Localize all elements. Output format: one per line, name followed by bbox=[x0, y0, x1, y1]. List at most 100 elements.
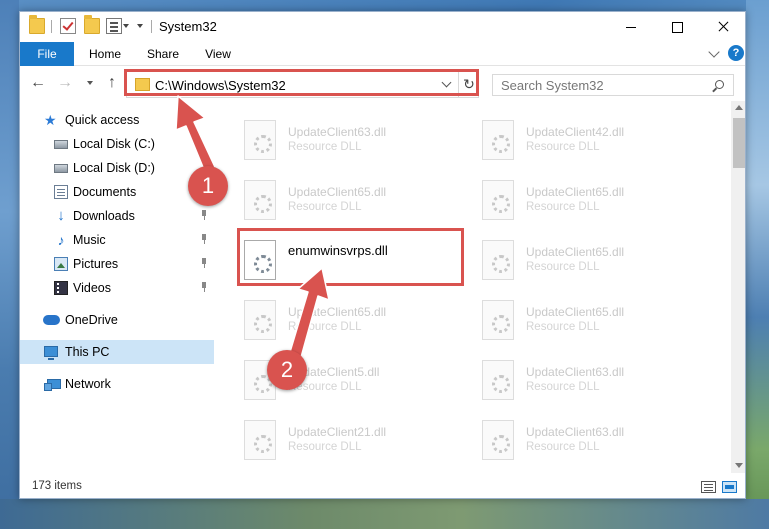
navigation-bar: ← → ↑ C:\Windows\System32 ↻ Search Syste… bbox=[20, 67, 745, 101]
large-icons-view-icon[interactable] bbox=[722, 481, 737, 493]
file-type: Resource DLL bbox=[288, 201, 362, 213]
file-type: Resource DLL bbox=[526, 381, 600, 393]
disk-icon bbox=[54, 140, 68, 149]
sidebar-item-onedrive[interactable]: OneDrive bbox=[20, 308, 214, 332]
desktop-background-right bbox=[746, 0, 769, 529]
forward-button[interactable]: → bbox=[56, 75, 74, 91]
star-icon: ★ bbox=[44, 112, 57, 128]
address-bar[interactable]: C:\Windows\System32 ↻ bbox=[126, 71, 479, 98]
sidebar-item-this-pc[interactable]: This PC bbox=[20, 340, 214, 364]
file-type: Resource DLL bbox=[526, 321, 600, 333]
file-name: UpdateClient63.dll bbox=[526, 365, 625, 379]
address-path[interactable]: C:\Windows\System32 bbox=[155, 78, 286, 93]
file-item[interactable]: UpdateClient65.dll Resource DLL bbox=[478, 177, 700, 231]
sidebar-item-network[interactable]: Network bbox=[20, 372, 214, 396]
documents-icon bbox=[54, 185, 68, 199]
sidebar-item-music[interactable]: ♪ Music bbox=[20, 228, 214, 252]
sidebar-item-videos[interactable]: Videos bbox=[20, 276, 214, 300]
minimize-button[interactable] bbox=[608, 12, 654, 42]
dll-file-icon bbox=[244, 300, 276, 340]
scroll-down-icon[interactable] bbox=[735, 463, 743, 468]
pictures-icon bbox=[54, 257, 68, 271]
dll-file-icon bbox=[482, 120, 514, 160]
back-button[interactable]: ← bbox=[29, 75, 47, 91]
tab-file[interactable]: File bbox=[20, 42, 74, 66]
file-name: UpdateClient63.dll bbox=[288, 125, 387, 139]
step-2-badge: 2 bbox=[267, 350, 307, 390]
sidebar-item-quick-access[interactable]: ★ Quick access bbox=[20, 108, 214, 132]
sidebar-item-pictures[interactable]: Pictures bbox=[20, 252, 214, 276]
search-placeholder: Search System32 bbox=[501, 78, 604, 93]
sidebar-item-documents[interactable]: Documents bbox=[20, 180, 214, 204]
recent-locations-dropdown[interactable] bbox=[87, 81, 93, 85]
pin-icon[interactable] bbox=[200, 210, 208, 220]
address-dropdown-icon[interactable] bbox=[441, 77, 452, 88]
navigation-pane: ★ Quick access Local Disk (C:) Local Dis… bbox=[20, 101, 214, 473]
file-explorer-window: System32 File Home Share View ? ← → ↑ C:… bbox=[19, 11, 746, 499]
file-item[interactable]: UpdateClient65.dll Resource DLL bbox=[240, 177, 462, 231]
search-input[interactable]: Search System32 bbox=[492, 74, 734, 96]
network-icon bbox=[44, 379, 61, 391]
maximize-button[interactable] bbox=[654, 12, 700, 42]
file-item[interactable]: UpdateClient65.dll Resource DLL bbox=[240, 297, 462, 351]
help-icon[interactable]: ? bbox=[728, 45, 744, 61]
dll-file-icon bbox=[244, 180, 276, 220]
sidebar-item-label: Pictures bbox=[73, 257, 119, 271]
new-folder-icon[interactable] bbox=[84, 15, 100, 34]
file-name: UpdateClient65.dll bbox=[288, 185, 387, 199]
file-item-enumwinsvrps[interactable]: enumwinsvrps.dll bbox=[240, 237, 462, 291]
toolbar-dropdown-icon[interactable] bbox=[123, 24, 129, 28]
folder-icon bbox=[29, 15, 45, 34]
file-name: UpdateClient42.dll bbox=[526, 125, 625, 139]
file-name: UpdateClient63.dll bbox=[526, 425, 625, 439]
sidebar-item-label: Network bbox=[65, 377, 111, 391]
onedrive-icon bbox=[43, 315, 60, 325]
tab-share[interactable]: Share bbox=[138, 42, 188, 66]
tab-home[interactable]: Home bbox=[80, 42, 130, 66]
file-name: UpdateClient65.dll bbox=[526, 185, 625, 199]
close-button[interactable] bbox=[700, 12, 745, 42]
tab-view[interactable]: View bbox=[196, 42, 240, 66]
file-name: UpdateClient65.dll bbox=[288, 305, 387, 319]
file-type: Resource DLL bbox=[288, 141, 362, 153]
file-list[interactable]: UpdateClient63.dll Resource DLL UpdateCl… bbox=[214, 101, 731, 473]
sidebar-item-local-disk-d[interactable]: Local Disk (D:) bbox=[20, 156, 214, 180]
sidebar-item-downloads[interactable]: ↓ Downloads bbox=[20, 204, 214, 228]
search-icon[interactable] bbox=[715, 80, 724, 89]
file-item[interactable]: UpdateClient65.dll Resource DLL bbox=[478, 297, 700, 351]
desktop-background-bottom bbox=[0, 499, 769, 529]
up-button[interactable]: ↑ bbox=[104, 74, 120, 92]
scroll-up-icon[interactable] bbox=[735, 105, 743, 110]
properties-check-icon[interactable] bbox=[60, 18, 76, 34]
file-type: Resource DLL bbox=[526, 141, 600, 153]
vertical-scrollbar[interactable] bbox=[731, 101, 745, 473]
quick-access-separator bbox=[51, 20, 52, 33]
item-count: 173 items bbox=[32, 480, 82, 492]
sidebar-item-label: Downloads bbox=[73, 209, 135, 223]
file-item[interactable]: UpdateClient65.dll Resource DLL bbox=[478, 237, 700, 291]
step-1-badge: 1 bbox=[188, 166, 228, 206]
pin-icon[interactable] bbox=[200, 234, 208, 244]
file-type: Resource DLL bbox=[526, 441, 600, 453]
file-name: UpdateClient21.dll bbox=[288, 425, 387, 439]
quick-access-dropdown-icon[interactable] bbox=[137, 24, 143, 28]
dll-file-icon bbox=[482, 360, 514, 400]
sidebar-item-local-disk-c[interactable]: Local Disk (C:) bbox=[20, 132, 214, 156]
sidebar-item-label: Videos bbox=[73, 281, 111, 295]
file-item[interactable]: UpdateClient42.dll Resource DLL bbox=[478, 117, 700, 171]
customize-toolbar-icon[interactable] bbox=[106, 18, 122, 34]
file-item[interactable]: UpdateClient21.dll Resource DLL bbox=[240, 417, 462, 471]
scrollbar-thumb[interactable] bbox=[733, 118, 745, 168]
refresh-button[interactable]: ↻ bbox=[458, 72, 479, 97]
pin-icon[interactable] bbox=[200, 258, 208, 268]
folder-icon bbox=[135, 78, 150, 91]
file-item[interactable]: UpdateClient63.dll Resource DLL bbox=[478, 357, 700, 411]
file-item[interactable]: UpdateClient63.dll Resource DLL bbox=[240, 117, 462, 171]
file-type: Resource DLL bbox=[526, 261, 600, 273]
expand-ribbon-icon[interactable] bbox=[708, 46, 720, 58]
details-view-icon[interactable] bbox=[701, 481, 716, 493]
file-item[interactable]: UpdateClient63.dll Resource DLL bbox=[478, 417, 700, 471]
status-bar: 173 items bbox=[20, 473, 745, 498]
pin-icon[interactable] bbox=[200, 282, 208, 292]
dll-file-icon bbox=[244, 120, 276, 160]
